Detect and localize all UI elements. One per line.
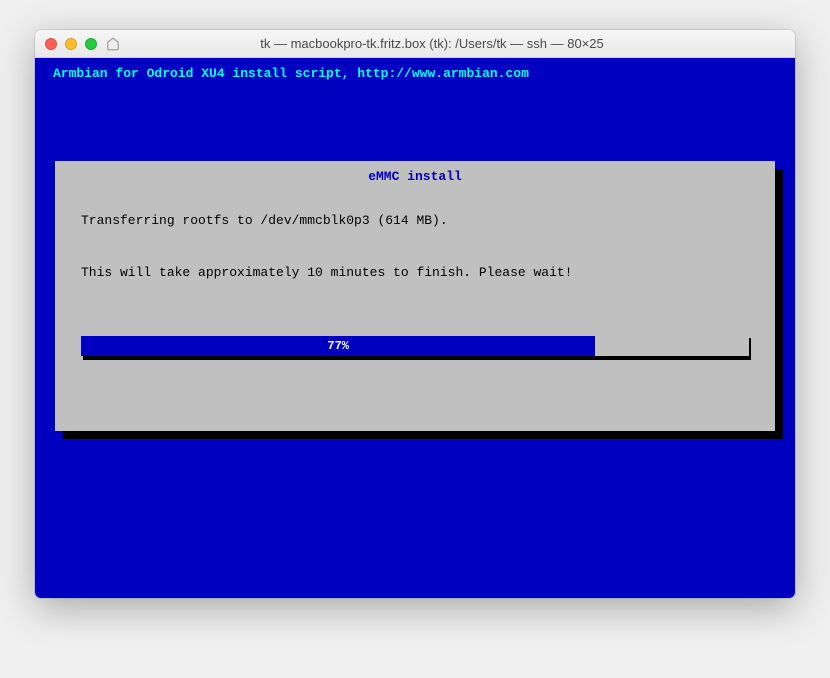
dialog-line-1: Transferring rootfs to /dev/mmcblk0p3 (6… [81,208,749,234]
script-header: Armbian for Odroid XU4 install script, h… [45,66,785,81]
progress-fill: 77% [81,336,595,356]
progress-bar: 77% [81,336,749,356]
terminal-content[interactable]: Armbian for Odroid XU4 install script, h… [35,58,795,598]
window-title: tk — macbookpro-tk.fritz.box (tk): /User… [79,36,785,51]
terminal-window: tk — macbookpro-tk.fritz.box (tk): /User… [35,30,795,598]
dialog-message: Transferring rootfs to /dev/mmcblk0p3 (6… [73,208,757,286]
progress-container: 77% [81,336,749,358]
minimize-button[interactable] [65,38,77,50]
window-titlebar[interactable]: tk — macbookpro-tk.fritz.box (tk): /User… [35,30,795,58]
dialog-title: eMMC install [73,169,757,184]
install-dialog: eMMC install Transferring rootfs to /dev… [55,161,775,431]
dialog-line-2: This will take approximately 10 minutes … [81,260,749,286]
dialog-container: eMMC install Transferring rootfs to /dev… [55,161,775,431]
progress-label: 77% [327,339,349,353]
close-button[interactable] [45,38,57,50]
